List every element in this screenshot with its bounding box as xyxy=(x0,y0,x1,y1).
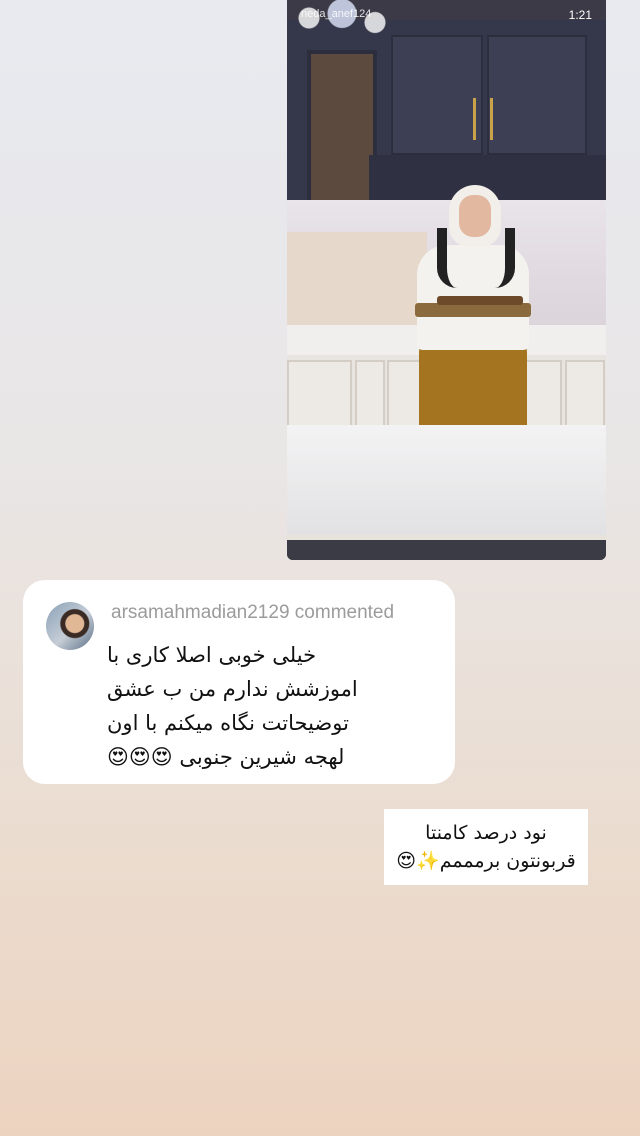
comment-username[interactable]: arsamahmadian2129 xyxy=(111,602,290,623)
glass-cabinet xyxy=(307,50,377,215)
base-cabinet-door xyxy=(287,360,352,430)
person-face xyxy=(459,195,491,237)
avatar[interactable] xyxy=(46,602,94,650)
comment-card[interactable]: arsamahmadian2129 commented خیلی خوبی اص… xyxy=(23,580,455,784)
tray-food xyxy=(437,296,523,305)
serving-tray xyxy=(415,303,531,317)
base-cabinet-door xyxy=(355,360,385,430)
cabinet-handle xyxy=(473,98,476,140)
snow-decoration xyxy=(287,0,397,45)
cabinet-door xyxy=(487,35,587,155)
cabinet-handle xyxy=(490,98,493,140)
base-cabinet-door xyxy=(565,360,605,430)
video-username[interactable]: neda_anef124 xyxy=(301,8,371,20)
video-duration: 1:21 xyxy=(568,8,592,22)
cabinet-door xyxy=(391,35,483,155)
base-cabinet-door xyxy=(522,360,562,430)
island-base xyxy=(287,540,606,560)
kitchen-island xyxy=(287,425,606,543)
reply-text[interactable]: نود درصد کامنتا قربونتون برمممم✨😍 xyxy=(384,809,588,885)
video-thumbnail[interactable]: neda_anef124 1:21 xyxy=(287,0,606,560)
comment-header: arsamahmadian2129 commented xyxy=(111,602,394,624)
comment-action: commented xyxy=(294,602,395,623)
comment-text: خیلی خوبی اصلا کاری با اموزشش ندارم من ب… xyxy=(107,643,358,769)
